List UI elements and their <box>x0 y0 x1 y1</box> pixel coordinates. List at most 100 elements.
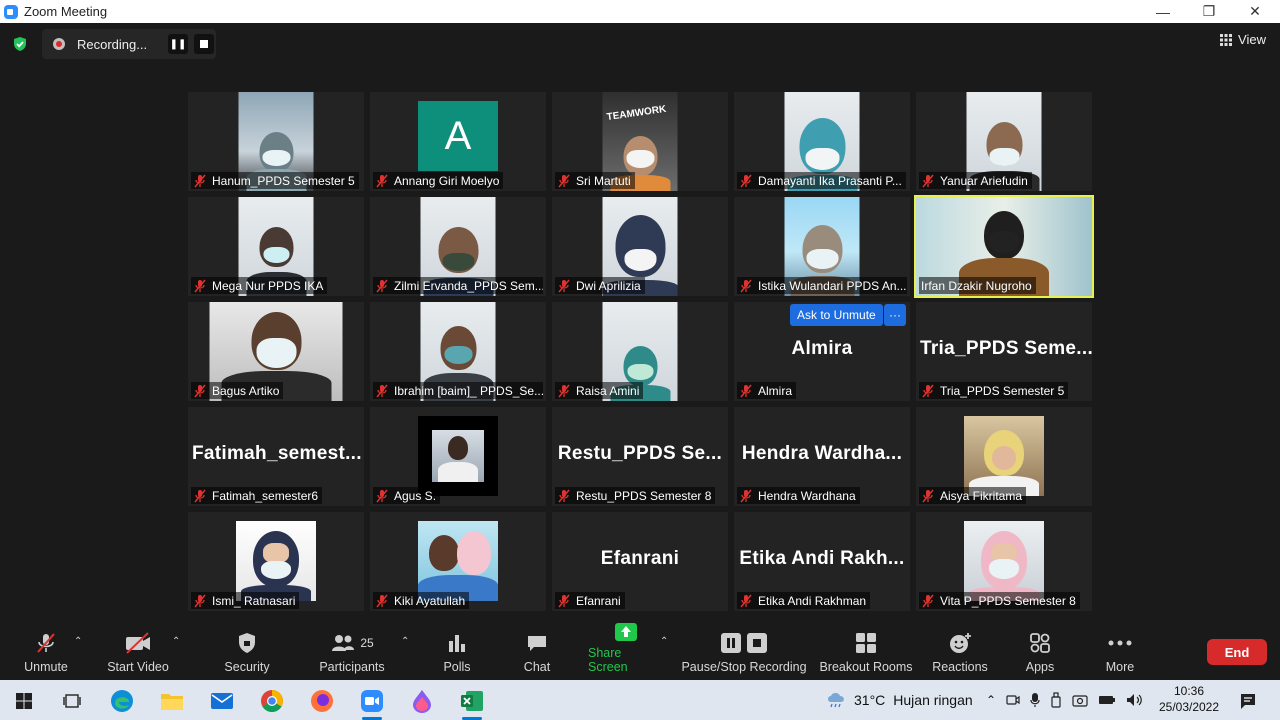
participant-name: Ismi_ Ratnasari <box>212 593 296 608</box>
ask-to-unmute-button[interactable]: Ask to Unmute <box>790 304 883 326</box>
apps-button[interactable]: Apps <box>1018 626 1062 680</box>
participant-nameplate: Bagus Artiko <box>191 382 284 399</box>
mic-muted-icon <box>558 489 570 502</box>
edge-browser-icon[interactable] <box>102 686 142 716</box>
participant-more-button[interactable]: ··· <box>884 304 906 326</box>
participants-button[interactable]: 25 Participants <box>316 626 388 680</box>
participant-tile[interactable]: Kiki Ayatullah <box>370 512 546 611</box>
excel-icon[interactable] <box>452 686 492 720</box>
volume-icon[interactable] <box>1126 693 1144 707</box>
weather-widget[interactable]: 31°C Hujan ringan <box>826 680 973 720</box>
participant-nameplate: Agus S. <box>373 487 441 504</box>
windows-start-button[interactable] <box>4 686 44 716</box>
participant-tile[interactable]: Etika Andi Rakh... Etika Andi Rakhman <box>734 512 910 611</box>
participant-tile[interactable]: Efanrani Efanrani <box>552 512 728 611</box>
chat-button[interactable]: Chat <box>516 626 558 680</box>
participant-tile[interactable]: Agus S. <box>370 407 546 506</box>
minimize-button[interactable]: — <box>1140 0 1186 23</box>
participant-tile[interactable]: Damayanti Ika Prasanti P... <box>734 92 910 191</box>
microphone-in-use-icon[interactable] <box>1030 692 1040 708</box>
audio-options-caret-icon[interactable]: ⌃ <box>74 636 82 647</box>
system-tray: ⌃ <box>986 680 1144 720</box>
reactions-button[interactable]: Reactions <box>930 626 990 680</box>
participant-tile-active-speaker[interactable]: Irfan Dzakir Nugroho <box>914 195 1094 298</box>
pause-recording-button[interactable]: ❚❚ <box>168 34 188 54</box>
participant-nameplate: Sri Martuti <box>555 172 635 189</box>
participant-tile[interactable]: Aisya Fikritama <box>916 407 1092 506</box>
participant-nameplate: Irfan Dzakir Nugroho <box>919 277 1036 294</box>
notifications-button[interactable] <box>1228 686 1268 716</box>
mic-muted-icon <box>194 489 206 502</box>
participant-tile[interactable]: A Annang Giri Moelyo <box>370 92 546 191</box>
participant-photo <box>964 521 1044 601</box>
participant-tile[interactable]: TEAMWORK Sri Martuti <box>552 92 728 191</box>
unmute-label: Unmute <box>24 660 68 674</box>
participant-tile[interactable]: Ibrahim [baim]_ PPDS_Se... <box>370 302 546 401</box>
meet-now-icon[interactable] <box>1006 693 1020 707</box>
participant-tile[interactable]: Restu_PPDS Se... Restu_PPDS Semester 8 <box>552 407 728 506</box>
firefox-icon[interactable] <box>302 686 342 716</box>
participant-display-name: Tria_PPDS Seme... <box>920 338 1092 359</box>
stop-recording-button[interactable] <box>194 34 214 54</box>
more-button[interactable]: More <box>1098 626 1142 680</box>
participant-tile[interactable]: Hanum_PPDS Semester 5 <box>188 92 364 191</box>
participant-tile[interactable]: Raisa Amini <box>552 302 728 401</box>
participant-tile[interactable]: Bagus Artiko <box>188 302 364 401</box>
task-view-button[interactable] <box>52 686 92 716</box>
participant-tile[interactable]: Tria_PPDS Seme... Tria_PPDS Semester 5 <box>916 302 1092 401</box>
participants-options-caret-icon[interactable]: ⌃ <box>401 636 409 647</box>
breakout-rooms-button[interactable]: Breakout Rooms <box>818 626 914 680</box>
participant-name: Irfan Dzakir Nugroho <box>921 278 1032 293</box>
participant-tile[interactable]: Ask to Unmute ··· Almira Almira <box>734 302 910 401</box>
drop-app-icon[interactable] <box>402 686 442 716</box>
participant-tile[interactable]: Yanuar Ariefudin <box>916 92 1092 191</box>
participant-tile[interactable]: Vita P_PPDS Semester 8 <box>916 512 1092 611</box>
participant-photo <box>964 416 1044 496</box>
participant-nameplate: Efanrani <box>555 592 625 609</box>
security-button[interactable]: Security <box>220 626 274 680</box>
encryption-shield-icon[interactable] <box>12 36 28 52</box>
zoom-app-icon[interactable] <box>352 686 392 720</box>
camera-tray-icon[interactable] <box>1072 693 1088 707</box>
unmute-button[interactable]: Unmute <box>18 626 74 680</box>
participant-tile[interactable]: Dwi Aprilizia <box>552 197 728 296</box>
file-explorer-icon[interactable] <box>152 686 192 716</box>
show-hidden-icons-chevron-icon[interactable]: ⌃ <box>986 693 996 707</box>
share-options-caret-icon[interactable]: ⌃ <box>660 636 668 647</box>
security-shield-icon <box>239 633 255 653</box>
mail-icon[interactable] <box>202 686 242 716</box>
system-clock[interactable]: 10:36 25/03/2022 <box>1154 683 1224 715</box>
mic-off-icon <box>37 633 55 653</box>
participant-name: Hendra Wardhana <box>758 488 856 503</box>
zoom-logo-icon <box>4 4 18 19</box>
mic-muted-icon <box>740 279 752 292</box>
security-label: Security <box>224 660 270 674</box>
meeting-stage: Recording... ❚❚ View Hanum_PPDS Semester… <box>0 23 1280 626</box>
participant-tile[interactable]: Fatimah_semest... Fatimah_semester6 <box>188 407 364 506</box>
view-button[interactable]: View <box>1220 32 1266 47</box>
more-dots-icon <box>1108 640 1132 646</box>
start-video-button[interactable]: Start Video <box>104 626 172 680</box>
participant-tile[interactable]: Ismi_ Ratnasari <box>188 512 364 611</box>
participant-tile[interactable]: Zilmi Ervanda_PPDS Sem... <box>370 197 546 296</box>
polls-button[interactable]: Polls <box>436 626 478 680</box>
participant-display-name: Fatimah_semest... <box>192 443 362 464</box>
gallery-grid: Hanum_PPDS Semester 5 A Annang Giri Moel… <box>188 92 1094 611</box>
participant-tile[interactable]: Hendra Wardha... Hendra Wardhana <box>734 407 910 506</box>
participant-tile[interactable]: Mega Nur PPDS IKA <box>188 197 364 296</box>
battery-icon[interactable] <box>1098 694 1116 706</box>
pause-stop-recording-button[interactable]: Pause/Stop Recording <box>680 626 808 680</box>
participant-display-name: Etika Andi Rakh... <box>739 548 905 569</box>
usb-drive-icon[interactable] <box>1050 692 1062 708</box>
participant-name: Almira <box>758 383 793 398</box>
end-meeting-button[interactable]: End <box>1207 639 1267 665</box>
chrome-icon[interactable] <box>252 686 292 716</box>
participant-tile[interactable]: Istika Wulandari PPDS An... <box>734 197 910 296</box>
mic-muted-icon <box>194 174 206 187</box>
video-options-caret-icon[interactable]: ⌃ <box>172 636 180 647</box>
restore-button[interactable]: ❐ <box>1186 0 1232 23</box>
close-button[interactable]: ✕ <box>1232 0 1278 23</box>
share-screen-button[interactable]: Share Screen <box>588 623 664 680</box>
mic-muted-icon <box>922 594 934 607</box>
participant-nameplate: Hanum_PPDS Semester 5 <box>191 172 359 189</box>
